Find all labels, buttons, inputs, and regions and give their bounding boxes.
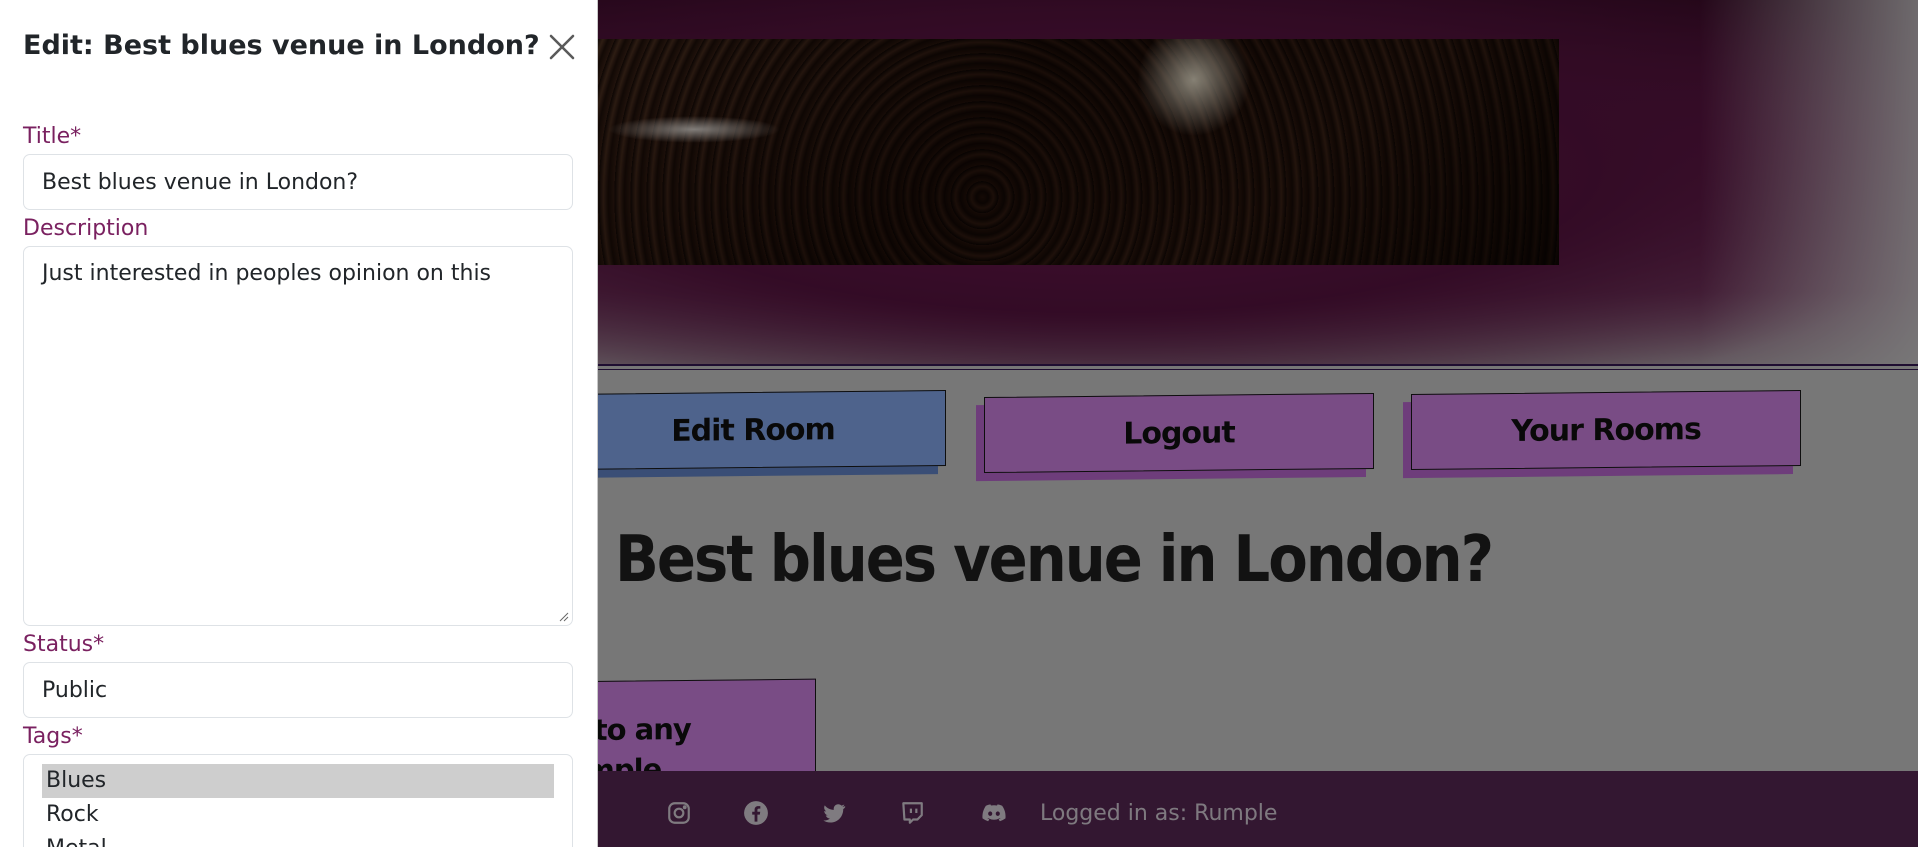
tag-option-metal[interactable]: Metal (42, 832, 554, 847)
title-label: Title* (23, 124, 82, 149)
close-icon[interactable] (545, 30, 579, 64)
status-select[interactable]: Public (23, 662, 573, 718)
tags-label: Tags* (23, 724, 83, 749)
description-textarea[interactable]: Just interested in peoples opinion on th… (23, 246, 573, 626)
panel-title: Edit: Best blues venue in London? (23, 30, 540, 61)
edit-room-panel: Edit: Best blues venue in London? Title*… (0, 0, 598, 847)
title-input[interactable]: Best blues venue in London? (23, 154, 573, 210)
resize-grip-icon[interactable] (557, 610, 569, 622)
tags-listbox[interactable]: Blues Rock Metal (23, 754, 573, 847)
description-text: Just interested in peoples opinion on th… (42, 261, 492, 286)
description-label: Description (23, 216, 149, 241)
tag-option-blues[interactable]: Blues (42, 764, 554, 798)
tag-option-rock[interactable]: Rock (42, 798, 554, 832)
status-label: Status* (23, 632, 105, 657)
